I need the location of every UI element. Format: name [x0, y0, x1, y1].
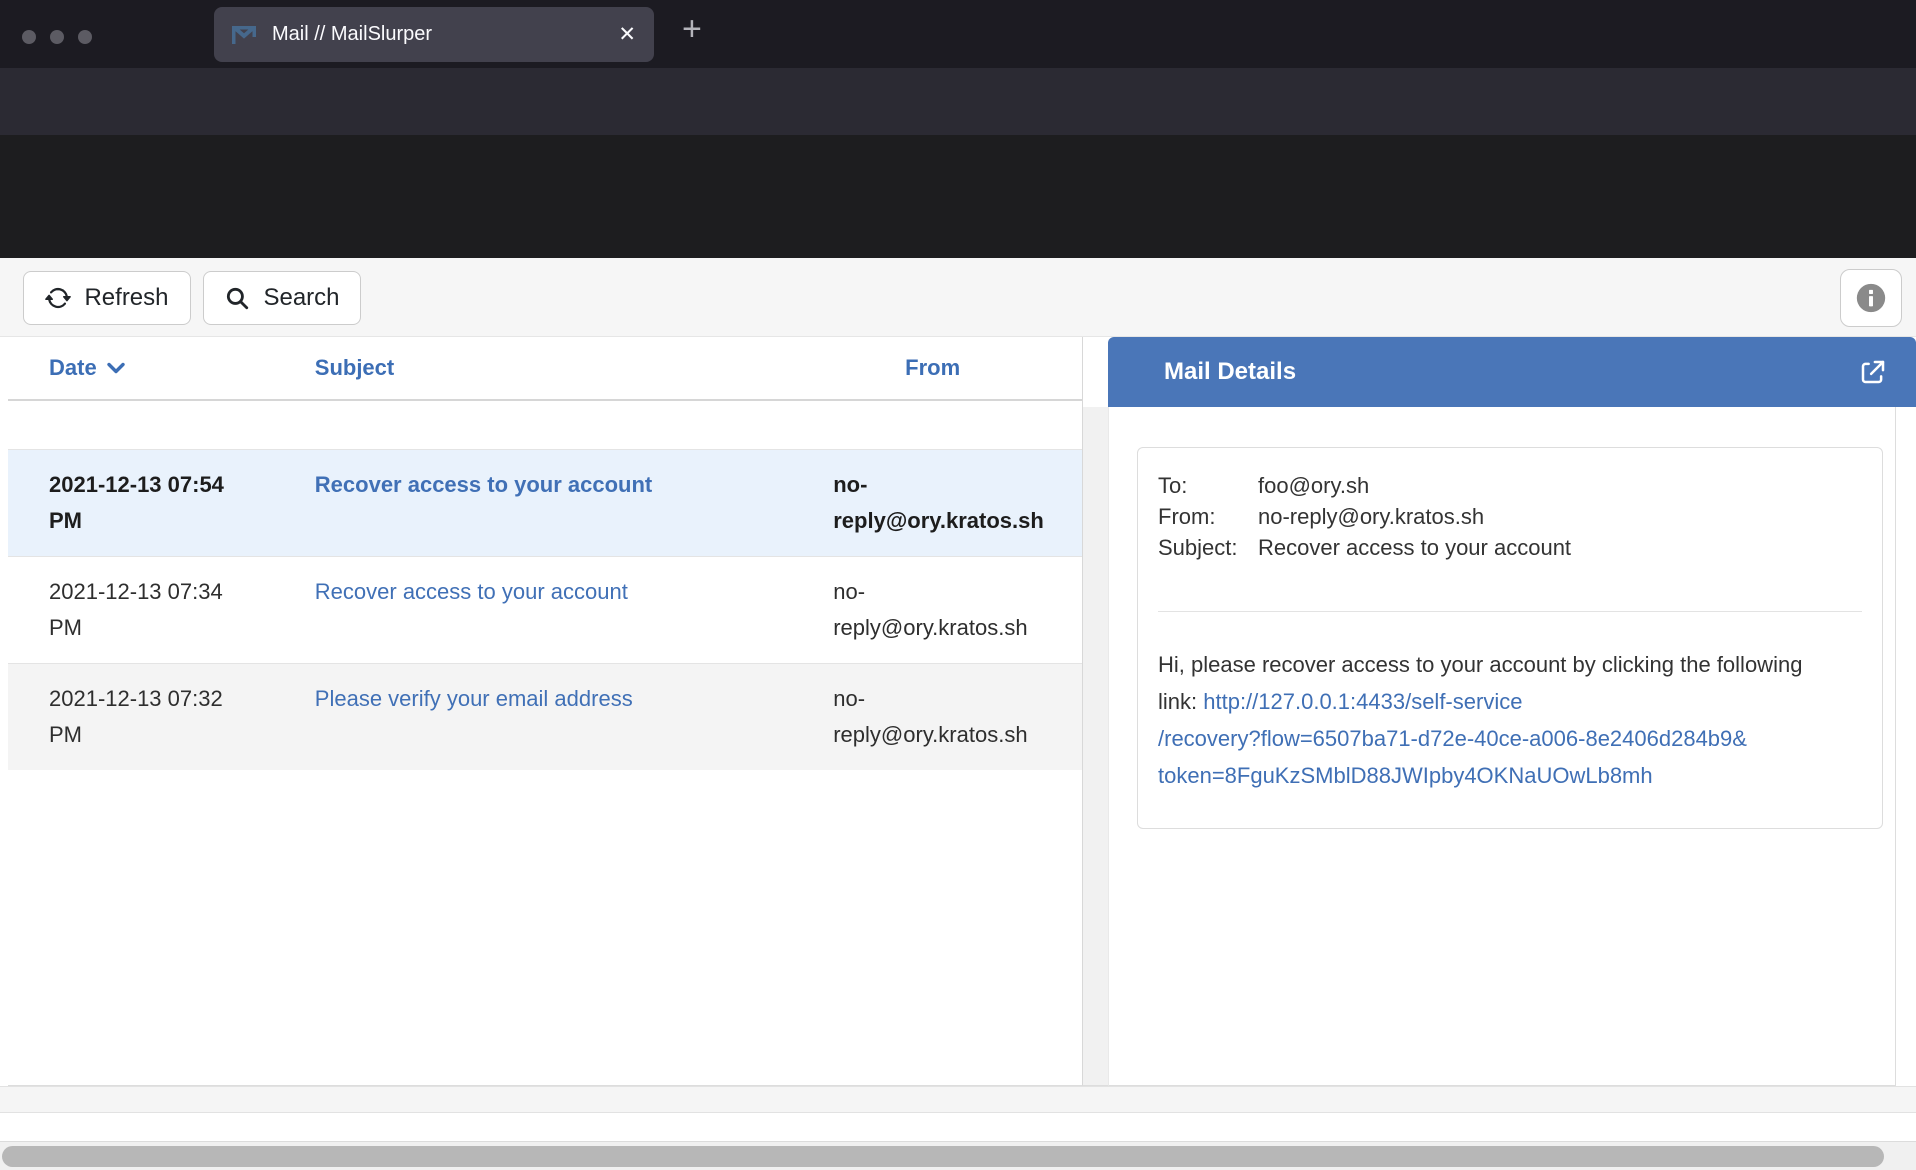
recovery-link[interactable]: http://127.0.0.1:4433/self-service/recov…	[1158, 689, 1747, 788]
mail-body: Hi, please recover access to your accoun…	[1158, 646, 1818, 794]
from-value: no-reply@ory.kratos.sh	[1258, 501, 1484, 532]
mail-row-from: no-reply@ory.kratos.sh	[825, 574, 1082, 646]
column-header-subject[interactable]: Subject	[315, 355, 825, 381]
bottom-band	[0, 1086, 1916, 1113]
column-header-date[interactable]: Date	[8, 355, 315, 381]
search-button-label: Search	[263, 284, 339, 312]
subject-value: Recover access to your account	[1258, 532, 1571, 563]
refresh-icon	[45, 285, 71, 311]
recovery-link-line: http://127.0.0.1:4433/self-service	[1203, 689, 1522, 714]
search-icon	[224, 285, 250, 311]
to-label: To:	[1158, 470, 1258, 501]
search-button[interactable]: Search	[203, 271, 361, 325]
info-icon	[1854, 281, 1888, 315]
mail-details-card: To: foo@ory.sh From: no-reply@ory.kratos…	[1137, 447, 1883, 829]
mail-subject-link[interactable]: Recover access to your account	[315, 579, 628, 604]
mailslurper-favicon-icon	[232, 26, 258, 44]
panel-divider	[1083, 407, 1108, 1086]
refresh-button[interactable]: Refresh	[23, 271, 191, 325]
external-link-icon	[1858, 357, 1888, 387]
browser-tab-strip: Mail // MailSlurper ✕ +	[0, 0, 1916, 68]
mail-details-panel: To: foo@ory.sh From: no-reply@ory.kratos…	[1108, 407, 1896, 1086]
mail-row-date: 2021-12-13 07:32 PM	[8, 681, 315, 753]
info-button[interactable]	[1840, 269, 1902, 327]
refresh-button-label: Refresh	[84, 284, 168, 312]
field-to: To: foo@ory.sh	[1158, 470, 1862, 501]
mail-subject-link[interactable]: Please verify your email address	[315, 686, 633, 711]
browser-window: Mail // MailSlurper ✕ + 127.0.0.1:4436/#…	[0, 0, 1916, 1170]
card-divider	[1158, 611, 1862, 612]
browser-navbar: 127.0.0.1:4436/# 90%	[0, 68, 1916, 135]
tab-close-icon[interactable]: ✕	[618, 22, 636, 47]
scrollbar-thumb[interactable]	[2, 1146, 1884, 1167]
recovery-link-line: token=8FguKzSMblD88JWIpby4OKNaUOwLb8mh	[1158, 763, 1653, 788]
mail-row-from: no-reply@ory.kratos.sh	[825, 681, 1082, 753]
tab-title: Mail // MailSlurper	[272, 23, 610, 46]
list-spacer	[8, 401, 1082, 449]
horizontal-scrollbar[interactable]	[0, 1141, 1916, 1170]
mail-row-date: 2021-12-13 07:54 PM	[8, 467, 315, 539]
mail-row[interactable]: 2021-12-13 07:34 PM Recover access to yo…	[8, 556, 1082, 663]
date-column-label: Date	[49, 355, 97, 381]
mail-list: Date Subject From 2021-12-13 07:54 PM Re…	[8, 337, 1083, 1086]
mail-details-title: Mail Details	[1164, 358, 1858, 386]
open-in-new-window-button[interactable]	[1858, 357, 1888, 387]
mail-row[interactable]: 2021-12-13 07:54 PM Recover access to yo…	[8, 449, 1082, 556]
from-label: From:	[1158, 501, 1258, 532]
mail-row[interactable]: 2021-12-13 07:32 PM Please verify your e…	[8, 663, 1082, 770]
subject-label: Subject:	[1158, 532, 1258, 563]
field-subject: Subject: Recover access to your account	[1158, 532, 1862, 563]
to-value: foo@ory.sh	[1258, 470, 1369, 501]
mail-subject-link[interactable]: Recover access to your account	[315, 472, 652, 497]
mail-row-date: 2021-12-13 07:34 PM	[8, 574, 315, 646]
browser-tab[interactable]: Mail // MailSlurper ✕	[214, 7, 654, 62]
app-header: s ⚙	[0, 135, 1916, 258]
new-tab-button[interactable]: +	[682, 10, 702, 49]
window-controls	[22, 30, 92, 44]
toolbar: Refresh Search	[0, 258, 1916, 337]
column-header-from[interactable]: From	[825, 355, 1082, 381]
mail-row-from: no-reply@ory.kratos.sh	[825, 467, 1082, 539]
field-from: From: no-reply@ory.kratos.sh	[1158, 501, 1862, 532]
mail-details-header: Mail Details	[1108, 337, 1916, 407]
recovery-link-line: /recovery?flow=6507ba71-d72e-40ce-a006-8…	[1158, 726, 1747, 751]
sort-descending-chevron-icon	[106, 361, 126, 375]
mail-list-header: Date Subject From	[8, 337, 1082, 401]
